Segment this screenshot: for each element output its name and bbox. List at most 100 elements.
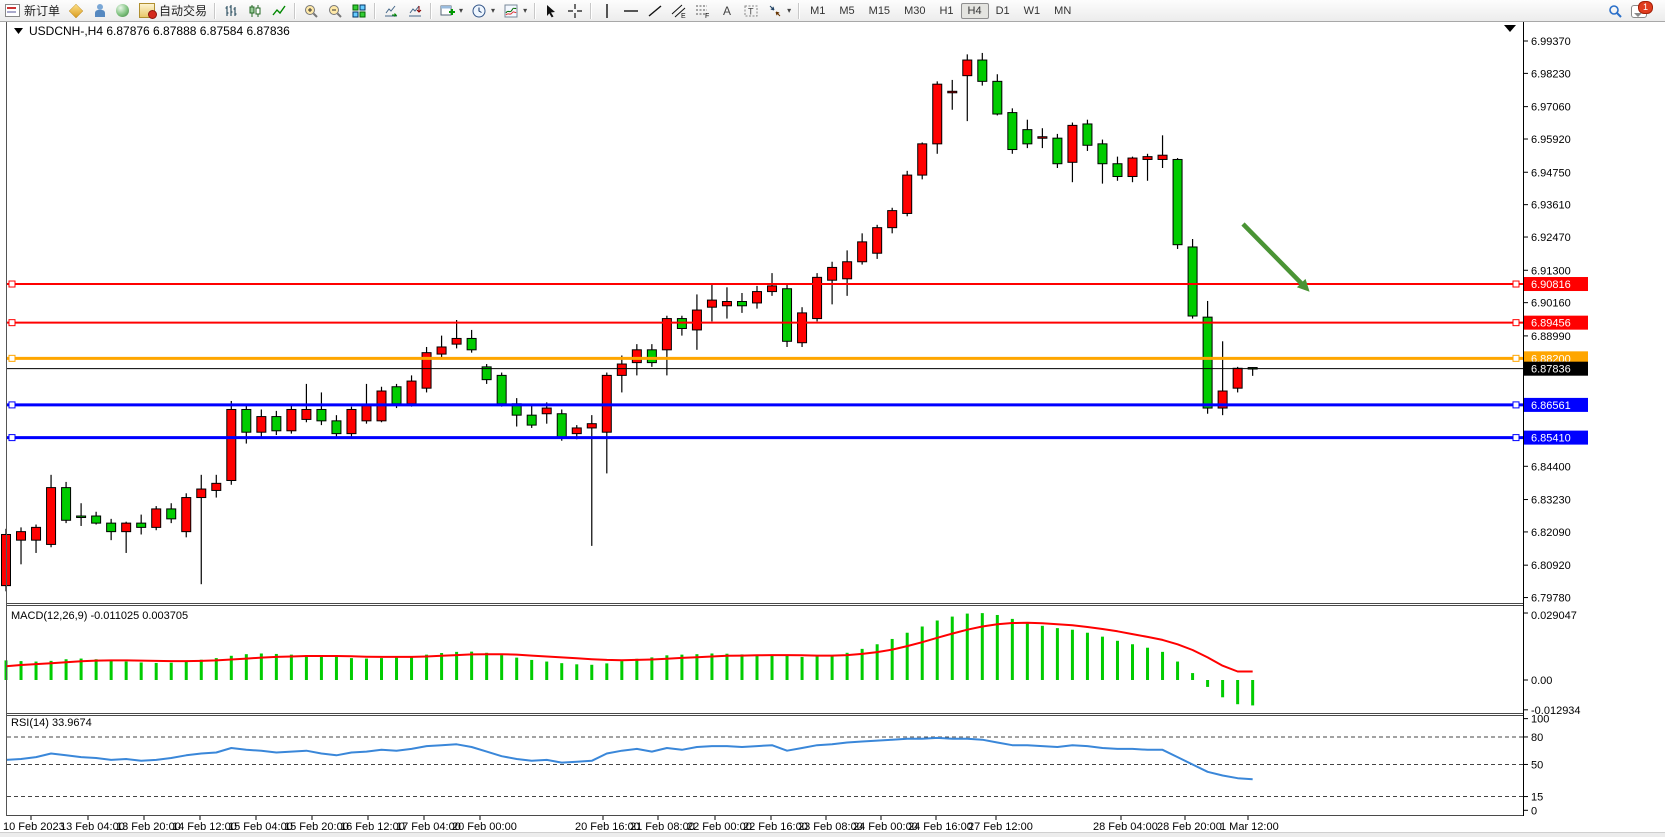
macd-axis-label: 0.029047: [1531, 610, 1577, 622]
macd-histogram-bar: [725, 654, 728, 680]
timeframe-mn[interactable]: MN: [1047, 3, 1078, 19]
macd-histogram-bar: [500, 655, 503, 680]
market-globe-button[interactable]: [111, 1, 134, 20]
rsi-label: RSI(14) 33.9674: [11, 717, 92, 729]
macd-histogram-bar: [1056, 628, 1059, 680]
candle-bearish: [137, 523, 146, 527]
candle-bullish: [888, 211, 897, 228]
mt4-window: 新订单 自动交易: [0, 0, 1665, 837]
dropdown-arrow-icon: ▾: [491, 6, 495, 15]
candle-bullish: [227, 409, 236, 480]
macd-histogram-bar: [936, 621, 939, 680]
candle-bullish: [122, 523, 131, 532]
chart-window[interactable]: MACD(12,26,9) -0.011025 0.0037050.029047…: [0, 22, 1665, 832]
macd-histogram-bar: [801, 657, 804, 680]
line-handle[interactable]: [9, 402, 15, 408]
text-label-tool-button[interactable]: T: [739, 1, 763, 20]
candle-bullish: [32, 527, 41, 540]
candle-bullish: [362, 405, 371, 421]
period-clock-button[interactable]: ▾: [467, 1, 499, 20]
line-handle[interactable]: [1513, 281, 1519, 287]
channel-tool-button[interactable]: E: [667, 1, 691, 20]
macd-histogram-bar: [740, 654, 743, 680]
candle-bearish: [1173, 159, 1182, 244]
macd-histogram-bar: [1176, 662, 1179, 680]
toolbar-separator: [430, 3, 432, 19]
timeframe-d1[interactable]: D1: [989, 3, 1017, 19]
macd-histogram-bar: [200, 660, 203, 680]
dropdown-arrow-icon: ▾: [459, 6, 463, 15]
line-handle[interactable]: [9, 435, 15, 441]
line-handle[interactable]: [9, 355, 15, 361]
vertical-line-tool-button[interactable]: [595, 1, 619, 20]
fibonacci-tool-button[interactable]: F: [691, 1, 715, 20]
macd-histogram-bar: [1116, 641, 1119, 680]
candle-bullish: [302, 409, 311, 419]
candlestick-icon: [247, 3, 263, 19]
timeframe-m30[interactable]: M30: [897, 3, 932, 19]
new-chart-button[interactable]: ▾: [435, 1, 467, 20]
line-handle[interactable]: [1513, 402, 1519, 408]
macd-histogram-bar: [485, 653, 488, 680]
line-chart-mode-button[interactable]: [267, 1, 291, 20]
candle-bullish: [587, 424, 596, 428]
trendline-tool-button[interactable]: [643, 1, 667, 20]
arrows-tool-button[interactable]: ▾: [763, 1, 795, 20]
macd-histogram-bar: [966, 614, 969, 680]
timeframe-m1[interactable]: M1: [803, 3, 832, 19]
search-icon: [1607, 3, 1623, 19]
macd-histogram-bar: [620, 661, 623, 680]
candle-bullish: [1128, 158, 1137, 176]
expert-advisors-button[interactable]: [88, 1, 111, 20]
gold-diamond-button[interactable]: [64, 1, 88, 20]
tile-windows-button[interactable]: [347, 1, 371, 20]
crosshair-tool-button[interactable]: [563, 1, 587, 20]
text-tool-button[interactable]: A: [715, 1, 739, 20]
candle-bearish: [1188, 247, 1197, 316]
macd-histogram-bar: [425, 655, 428, 680]
autotrading-button[interactable]: 自动交易: [134, 1, 211, 20]
candle-bullish: [452, 338, 461, 344]
macd-histogram-bar: [771, 655, 774, 680]
timeframe-h1[interactable]: H1: [932, 3, 960, 19]
zoom-out-button[interactable]: [323, 1, 347, 20]
line-handle[interactable]: [1513, 355, 1519, 361]
zoom-in-button[interactable]: [299, 1, 323, 20]
chart-canvas[interactable]: MACD(12,26,9) -0.011025 0.0037050.029047…: [0, 22, 1665, 837]
new-chart-icon: [439, 3, 455, 19]
toolbar-separator: [534, 3, 536, 19]
candle-bullish: [287, 409, 296, 430]
macd-histogram-bar: [1146, 648, 1149, 680]
timeframe-m5[interactable]: M5: [832, 3, 861, 19]
timeframe-m15[interactable]: M15: [862, 3, 897, 19]
candle-bearish: [317, 409, 326, 420]
auto-scroll-button[interactable]: [379, 1, 403, 20]
candle-bullish: [17, 532, 26, 541]
bar-chart-mode-button[interactable]: [219, 1, 243, 20]
chart-shift-button[interactable]: [403, 1, 427, 20]
toolbar-separator: [294, 3, 296, 19]
cursor-tool-button[interactable]: [539, 1, 563, 20]
chart-title: USDCNH-,H4 6.87876 6.87888 6.87584 6.878…: [29, 24, 290, 38]
template-button[interactable]: ▾: [499, 1, 531, 20]
line-handle[interactable]: [1513, 320, 1519, 326]
timeframe-w1[interactable]: W1: [1017, 3, 1048, 19]
price-axis-label: 6.93610: [1531, 200, 1571, 212]
macd-histogram-bar: [1026, 623, 1029, 680]
chat-bubble-icon: 1: [1631, 5, 1647, 18]
line-handle[interactable]: [9, 281, 15, 287]
macd-histogram-bar: [155, 663, 158, 680]
candlestick-mode-button[interactable]: [243, 1, 267, 20]
line-handle[interactable]: [1513, 435, 1519, 441]
candle-bearish: [1023, 130, 1032, 144]
new-order-button[interactable]: 新订单: [0, 1, 64, 20]
price-axis-label: 6.97060: [1531, 102, 1571, 114]
timeframe-h4[interactable]: H4: [961, 3, 989, 19]
search-button[interactable]: [1603, 1, 1627, 20]
notifications-button[interactable]: 1: [1627, 1, 1651, 20]
rsi-axis-label: 80: [1531, 732, 1543, 744]
line-handle[interactable]: [9, 320, 15, 326]
horizontal-line-tool-button[interactable]: [619, 1, 643, 20]
candle-bearish: [527, 415, 536, 425]
macd-histogram-bar: [590, 665, 593, 680]
